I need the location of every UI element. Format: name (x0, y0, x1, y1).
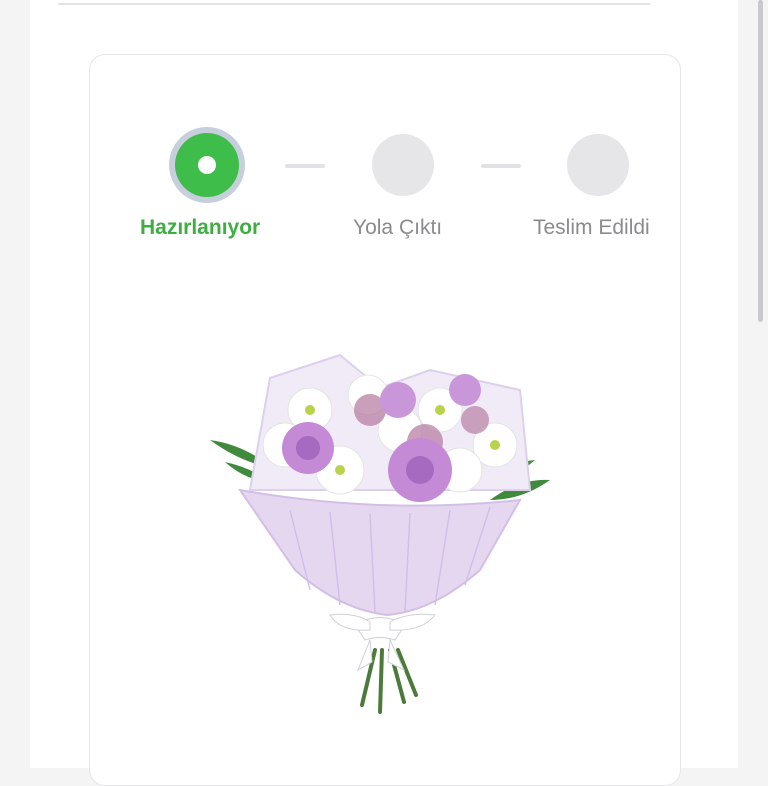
step-label-delivered: Teslim Edildi (533, 216, 650, 239)
step-connector-2 (481, 164, 521, 168)
step-connector-1 (285, 164, 325, 168)
flower-bouquet-icon (210, 353, 550, 714)
scrollbar[interactable] (758, 0, 763, 322)
step-indicator-shipped (372, 134, 434, 196)
step-indicator-delivered (567, 134, 629, 196)
step-label-preparing: Hazırlanıyor (140, 216, 261, 239)
step-label-shipped: Yola Çıktı (353, 216, 443, 239)
top-divider (58, 3, 650, 5)
active-dot-icon (198, 156, 216, 174)
step-indicator-preparing (175, 133, 239, 197)
